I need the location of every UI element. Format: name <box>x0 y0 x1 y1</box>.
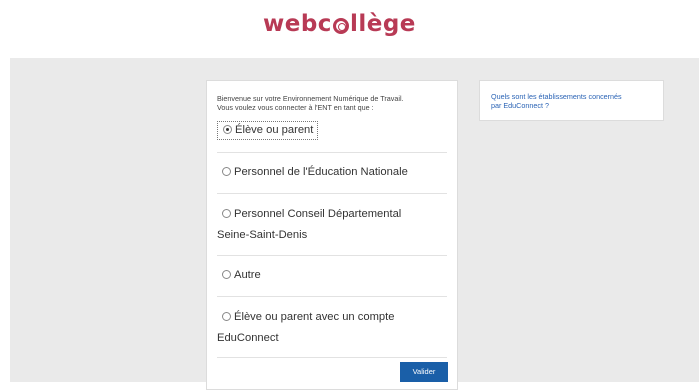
intro-text: Bienvenue sur votre Environnement Numéri… <box>217 94 453 112</box>
divider <box>217 193 447 194</box>
option-label: Personnel de l'Éducation Nationale <box>234 166 408 178</box>
option-autre[interactable]: Autre <box>217 265 449 286</box>
radio-icon[interactable] <box>222 209 231 218</box>
option-eleve-parent[interactable]: Élève ou parent <box>217 120 449 141</box>
divider <box>217 357 447 358</box>
link-line-2: par EduConnect ? <box>491 101 549 110</box>
option-focus-box: Élève ou parent <box>217 121 319 140</box>
radio-checked-icon[interactable] <box>223 125 232 134</box>
radio-icon[interactable] <box>222 270 231 279</box>
educonnect-schools-link[interactable]: Quels sont les établissements concernés … <box>491 92 661 110</box>
intro-line-2: Vous voulez vous connecter à l'ENT en ta… <box>217 103 374 112</box>
link-line-1: Quels sont les établissements concernés <box>491 92 622 101</box>
intro-line-1: Bienvenue sur votre Environnement Numéri… <box>217 94 404 103</box>
option-label: Élève ou parent avec un compte <box>234 311 395 323</box>
header: webc llège <box>0 0 699 58</box>
logo-text-start: webc <box>263 11 332 37</box>
radio-icon[interactable] <box>222 312 231 321</box>
divider <box>217 152 447 153</box>
divider <box>217 296 447 297</box>
webcollege-logo[interactable]: webc llège <box>263 11 416 37</box>
logo-text-end: llège <box>349 11 416 37</box>
option-label-line-2: EduConnect <box>217 332 279 344</box>
option-personnel-conseil-departemental[interactable]: Personnel Conseil Départemental Seine-Sa… <box>217 204 449 246</box>
option-personnel-education-nationale[interactable]: Personnel de l'Éducation Nationale <box>217 162 449 183</box>
option-label-line-2: Seine-Saint-Denis <box>217 229 308 241</box>
option-label: Autre <box>234 269 261 281</box>
valider-button[interactable]: Valider <box>400 362 448 382</box>
option-educonnect[interactable]: Élève ou parent avec un compte EduConnec… <box>217 307 449 349</box>
radio-icon[interactable] <box>222 167 231 176</box>
logo-ring-icon <box>332 18 349 34</box>
option-label: Élève ou parent <box>235 124 314 136</box>
option-label: Personnel Conseil Départemental <box>234 208 402 220</box>
divider <box>217 255 447 256</box>
